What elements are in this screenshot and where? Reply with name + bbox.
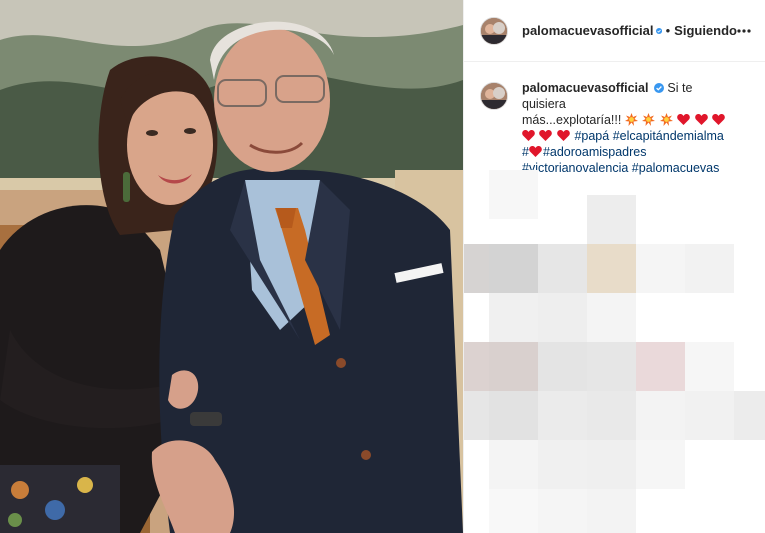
verified-badge-icon [655,27,662,34]
collision-emoji-icon [624,113,638,126]
caption-username[interactable]: palomacuevasofficial [522,81,648,95]
red-heart-emoji-icon [557,129,570,141]
post-header: palomacuevasofficial • Siguiendo [464,0,765,62]
post-photo-illustration [0,0,463,533]
avatar-image [481,83,507,109]
header-separator: • [665,23,671,38]
hashtag-link[interactable]: # [522,145,529,159]
more-options-dots [737,28,751,33]
post-side-panel: palomacuevasofficial • Siguiendo palomac… [463,0,765,533]
hashtag-link[interactable]: #elcapitándemialma [613,129,724,143]
red-heart-emoji-icon [677,113,691,125]
red-heart-emoji-icon [522,129,535,141]
following-button[interactable]: Siguiendo [674,23,737,38]
more-options-icon[interactable] [737,22,751,40]
collision-emoji-icon [642,113,656,126]
collision-emoji-icon [659,113,673,126]
avatar-image [481,17,507,44]
profile-avatar[interactable] [480,16,508,45]
post-photo[interactable] [0,0,463,533]
post-caption: palomacuevasofficial Si te quisiera más.… [464,62,765,176]
hashtag-link[interactable]: #adoroamispadres [543,145,647,159]
instagram-post-view: palomacuevasofficial • Siguiendo palomac… [0,0,765,533]
header-username[interactable]: palomacuevasofficial [522,23,654,38]
caption-avatar[interactable] [480,82,508,110]
caption-line2: más...explotaría!!! [522,113,622,127]
red-heart-emoji-icon [529,145,542,157]
blurred-comments-area [464,170,765,533]
red-heart-emoji-icon [694,113,708,125]
red-heart-emoji-icon [712,113,726,125]
red-heart-emoji-icon [539,129,553,141]
hashtag-link[interactable]: #papá [574,129,609,143]
verified-badge-icon [653,83,664,93]
caption-text: palomacuevasofficial Si te quisiera más.… [522,80,732,176]
